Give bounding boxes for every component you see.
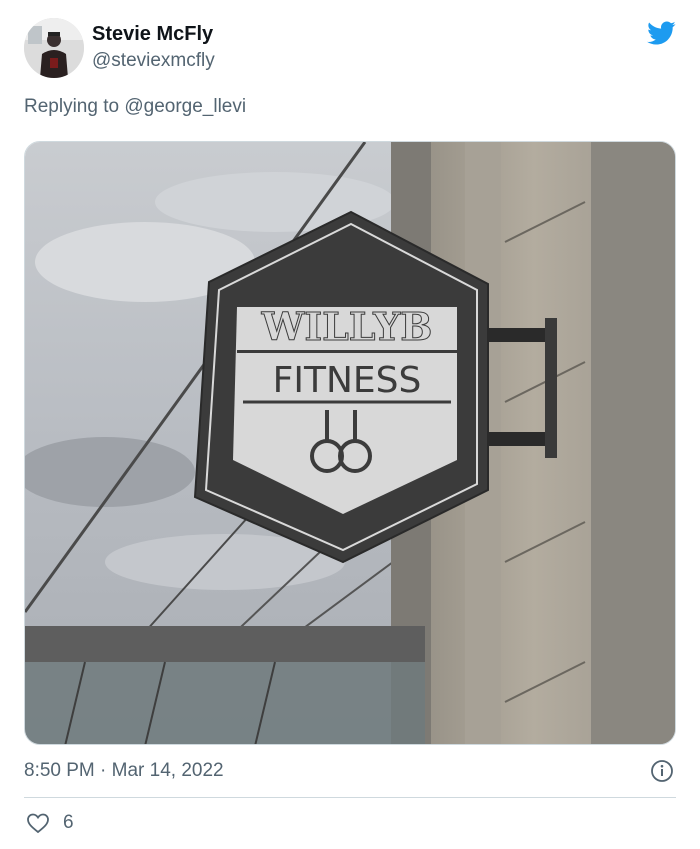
avatar[interactable] [24,18,84,78]
tweet-card: Stevie McFly @steviexmcfly Replying to @… [0,0,700,849]
divider [24,797,676,798]
avatar-photo [24,18,84,78]
tweet-timestamp[interactable]: 8:50 PM · Mar 14, 2022 [24,760,224,782]
sign-line1: WILLYB [261,304,433,349]
user-handle[interactable]: @steviexmcfly [92,50,215,72]
display-name[interactable]: Stevie McFly [92,23,213,46]
info-icon[interactable] [650,759,674,783]
twitter-bird-icon[interactable] [644,18,678,48]
replying-to[interactable]: Replying to @george_llevi [24,96,246,118]
gym-sign-image: WILLYB FITNESS [25,142,675,744]
tweet-photo[interactable]: WILLYB FITNESS [24,141,676,745]
like-count[interactable]: 6 [63,812,74,834]
sign-line2: FITNESS [273,360,422,401]
heart-icon[interactable] [26,811,50,835]
